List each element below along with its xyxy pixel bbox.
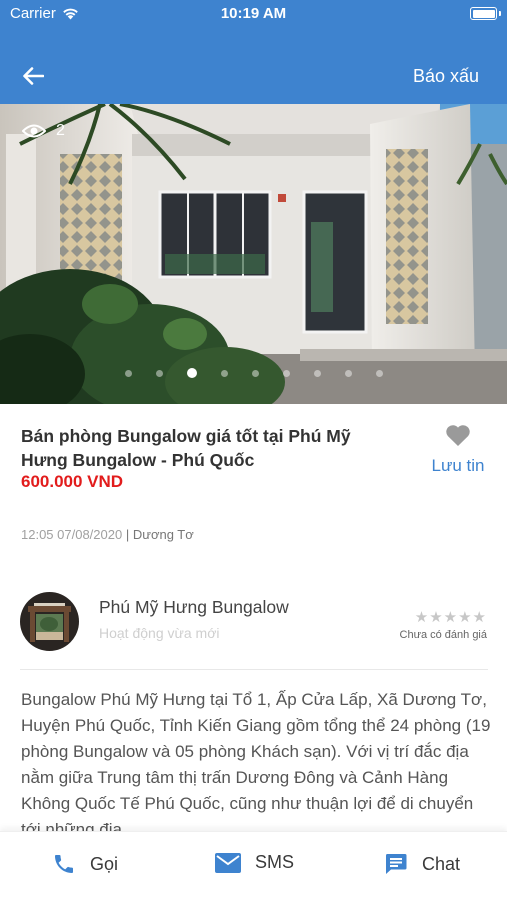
seller-card[interactable]: Phú Mỹ Hưng Bungalow Hoạt động vừa mới ★… xyxy=(20,592,487,652)
gallery-dot[interactable] xyxy=(375,369,383,377)
gallery-dot[interactable] xyxy=(155,369,163,377)
chat-icon xyxy=(385,854,407,874)
status-bar: Carrier 10:19 AM xyxy=(0,0,507,30)
seller-rating: ★★★★★ Chưa có đánh giá xyxy=(377,608,487,641)
nav-bar: Báo xấu xyxy=(0,52,507,100)
back-button[interactable] xyxy=(18,62,48,90)
seller-name[interactable]: Phú Mỹ Hưng Bungalow xyxy=(99,597,289,618)
save-listing-label: Lưu tin xyxy=(431,456,485,475)
gallery-dot[interactable] xyxy=(344,369,352,377)
battery-icon xyxy=(470,7,497,20)
report-button[interactable]: Báo xấu xyxy=(413,66,479,87)
listing-description: Bungalow Phú Mỹ Hưng tại Tổ 1, Ấp Cửa Lấ… xyxy=(21,690,491,831)
meta-separator: | xyxy=(125,527,130,542)
gallery-dot[interactable] xyxy=(282,369,290,377)
listing-meta: 12:05 07/08/2020 | Dương Tơ xyxy=(21,527,194,542)
mail-icon xyxy=(215,852,241,873)
sms-label: SMS xyxy=(255,852,295,872)
gallery-dot-active[interactable] xyxy=(186,368,197,378)
seller-avatar-image xyxy=(20,592,79,651)
status-time: 10:19 AM xyxy=(220,5,287,22)
sms-button[interactable]: SMS xyxy=(215,852,294,873)
gallery-dot[interactable] xyxy=(124,369,132,377)
gallery-pagination xyxy=(0,368,507,378)
app-header: Carrier 10:19 AM Báo xấu xyxy=(0,0,507,104)
call-button[interactable]: Gọi xyxy=(52,852,118,876)
posted-time: 12:05 07/08/2020 xyxy=(21,527,123,542)
posted-by[interactable]: Dương Tơ xyxy=(133,527,194,542)
view-count: 2 xyxy=(22,122,65,140)
eye-icon xyxy=(22,124,46,138)
phone-icon xyxy=(55,855,73,873)
rating-stars-icon: ★★★★★ xyxy=(414,609,487,626)
seller-avatar[interactable] xyxy=(20,592,79,651)
bottom-action-bar: Gọi SMS Chat xyxy=(0,831,507,900)
rating-label: Chưa có đánh giá xyxy=(399,629,487,641)
listing-price: 600.000 VND xyxy=(21,472,124,491)
seller-status: Hoạt động vừa mới xyxy=(99,625,220,641)
photo-gallery[interactable]: 2 xyxy=(0,104,507,404)
heart-icon xyxy=(446,425,470,446)
gallery-dot[interactable] xyxy=(220,369,228,377)
listing-photo xyxy=(0,104,507,404)
view-count-value: 2 xyxy=(56,122,65,139)
battery-tip xyxy=(499,11,501,16)
chat-label: Chat xyxy=(422,853,461,874)
gallery-dot[interactable] xyxy=(313,369,321,377)
call-label: Gọi xyxy=(90,853,119,874)
gallery-dot[interactable] xyxy=(251,369,259,377)
section-divider xyxy=(20,669,488,670)
chat-button[interactable]: Chat xyxy=(384,852,460,876)
save-listing-button[interactable]: Lưu tin xyxy=(420,424,496,476)
arrow-left-icon xyxy=(23,67,44,85)
listing-title: Bán phòng Bungalow giá tốt tại Phú Mỹ Hư… xyxy=(21,426,351,470)
